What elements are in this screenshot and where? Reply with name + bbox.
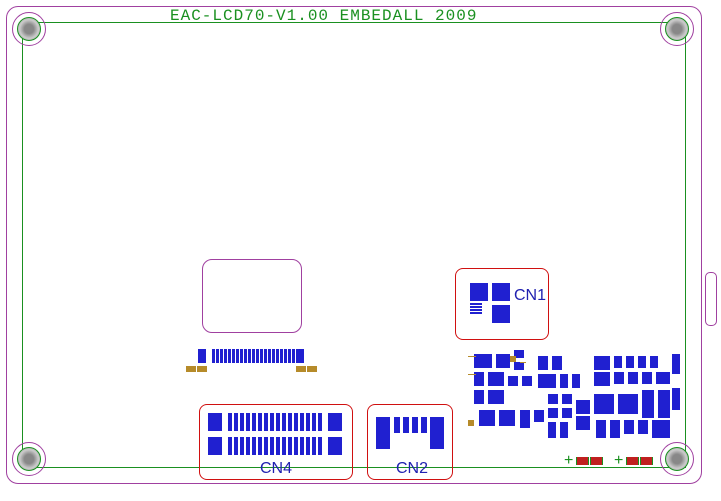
callout-cn2: CN2	[367, 404, 453, 480]
mounting-hole-icon	[660, 12, 694, 46]
led-d2b	[640, 457, 653, 465]
small-pins	[470, 303, 482, 314]
callout-cn1: CN1	[455, 268, 549, 340]
led-d1b	[590, 457, 603, 465]
mounting-hole-icon	[12, 12, 46, 46]
connector-label-cn4: CN4	[260, 460, 292, 478]
mounting-hole-icon	[660, 442, 694, 476]
led-polarity-icon: +	[614, 452, 623, 470]
ffc-pins	[228, 437, 322, 455]
pcb-board: EAC-LCD70-V1.00 EMBEDALL 2009 CN1	[0, 0, 721, 501]
smd-cluster	[474, 350, 684, 446]
connector-label-cn2: CN2	[396, 460, 428, 478]
ic-outline	[202, 259, 302, 333]
mounting-hole-icon	[12, 442, 46, 476]
ffc-pins	[228, 413, 322, 431]
cn2-pins	[394, 417, 427, 433]
pad	[492, 283, 510, 301]
edge-slot	[705, 272, 717, 326]
connector-label-cn1: CN1	[514, 287, 546, 305]
led-d1	[576, 457, 589, 465]
callout-cn4: CN4	[199, 404, 353, 480]
led-d2	[626, 457, 639, 465]
pad	[470, 283, 488, 301]
board-title: EAC-LCD70-V1.00 EMBEDALL 2009	[170, 7, 477, 25]
led-polarity-icon: +	[564, 452, 573, 470]
ffc-pins	[212, 349, 299, 363]
pad	[492, 305, 510, 323]
